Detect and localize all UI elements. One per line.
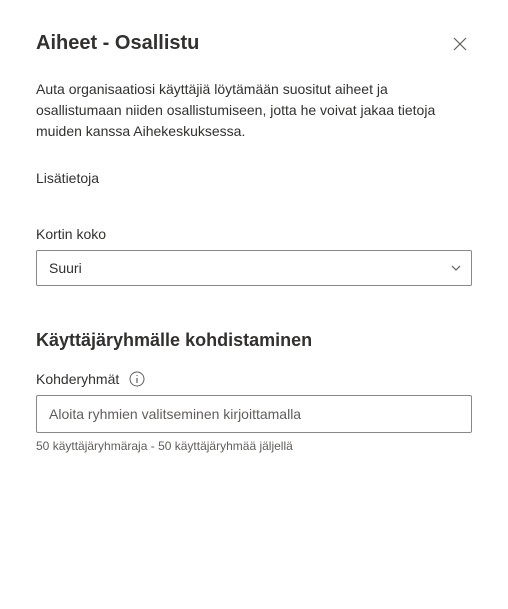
card-size-select[interactable]: Suuri: [36, 250, 472, 286]
audience-hint-limit: 50: [36, 439, 49, 453]
panel-title: Aiheet - Osallistu: [36, 32, 199, 55]
audience-input[interactable]: [36, 395, 472, 433]
close-icon: [452, 36, 468, 55]
learn-more-link[interactable]: Lisätietoja: [36, 170, 99, 186]
close-button[interactable]: [448, 32, 472, 59]
audience-label-row: Kohderyhmät: [36, 371, 472, 387]
panel-description: Auta organisaatiosi käyttäjiä löytämään …: [36, 79, 472, 142]
card-size-label: Kortin koko: [36, 226, 472, 242]
audience-hint: 50 käyttäjäryhmäraja - 50 käyttäjäryhmää…: [36, 439, 472, 453]
audience-hint-text: käyttäjäryhmäraja - 50 käyttäjäryhmää jä…: [49, 439, 292, 453]
targeting-section-title: Käyttäjäryhmälle kohdistaminen: [36, 330, 472, 351]
audience-label: Kohderyhmät: [36, 371, 119, 387]
card-size-select-wrapper: Suuri: [36, 250, 472, 286]
panel-header: Aiheet - Osallistu: [36, 32, 472, 59]
info-icon[interactable]: [129, 371, 145, 387]
